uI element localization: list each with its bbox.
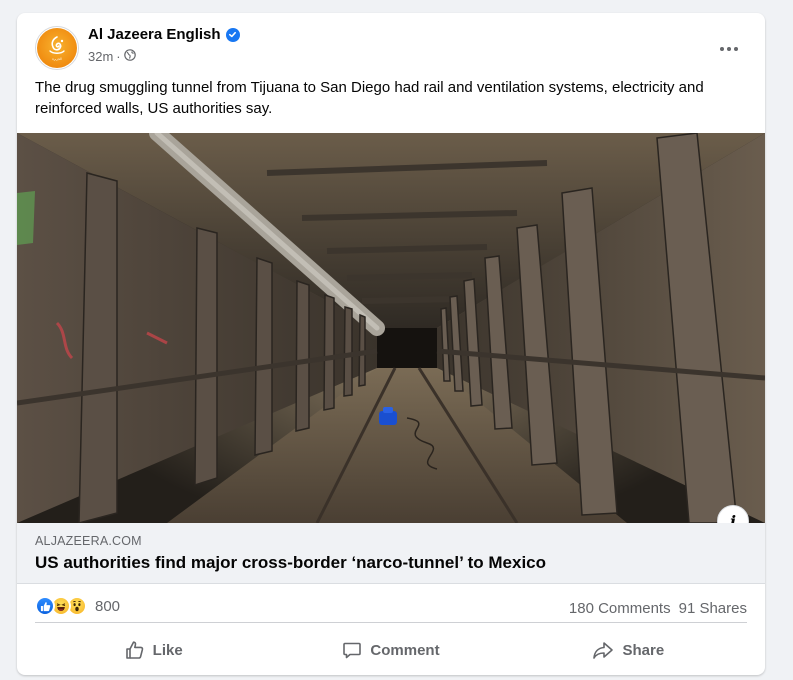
reactions-summary[interactable]: 800 (35, 596, 120, 616)
link-preview[interactable]: ALJAZEERA.COM US authorities find major … (17, 523, 765, 584)
post-message: The drug smuggling tunnel from Tijuana t… (35, 79, 704, 117)
more-options-icon[interactable] (711, 31, 747, 67)
info-icon: i (729, 511, 737, 524)
share-button[interactable]: Share (510, 632, 747, 668)
tunnel-photo (17, 133, 765, 523)
shares-count-link[interactable]: 91 Shares (679, 600, 747, 617)
page-name-link[interactable]: Al Jazeera English (88, 26, 221, 43)
share-arrow-icon (592, 640, 614, 660)
post-card: الجزيرة Al Jazeera English 32m · The dru… (17, 13, 765, 675)
like-label: Like (152, 641, 183, 659)
engagement-counts: 180 Comments 91 Shares (569, 600, 747, 617)
post-meta: 32m · (88, 49, 136, 64)
share-label: Share (622, 641, 665, 659)
like-reaction-icon (35, 596, 55, 616)
like-button[interactable]: Like (35, 632, 272, 668)
more-dot (720, 47, 724, 51)
comment-icon (342, 640, 362, 660)
post-timestamp[interactable]: 32m (88, 49, 113, 64)
more-dot (734, 47, 738, 51)
avatar-logo-text: الجزيرة (52, 57, 62, 61)
meta-separator: · (116, 49, 121, 64)
comment-label: Comment (370, 641, 440, 659)
post-header: الجزيرة Al Jazeera English 32m · (17, 13, 765, 79)
engagement-bar: 800 180 Comments 91 Shares (35, 591, 747, 623)
more-dot (727, 47, 731, 51)
comment-button[interactable]: Comment (272, 632, 509, 668)
verified-badge-icon (225, 27, 240, 42)
page-avatar[interactable]: الجزيرة (35, 26, 79, 70)
link-title[interactable]: US authorities find major cross-border ‘… (35, 553, 546, 573)
comments-count-link[interactable]: 180 Comments (569, 600, 671, 617)
link-domain: ALJAZEERA.COM (35, 534, 142, 548)
aljazeera-logo-icon: الجزيرة (37, 28, 77, 68)
link-preview-image[interactable]: i (17, 133, 765, 523)
globe-icon (123, 49, 136, 64)
post-actions: Like Comment Share (35, 632, 747, 668)
thumbs-up-icon (125, 640, 145, 660)
page-name-row: Al Jazeera English (88, 26, 240, 43)
reaction-count: 800 (95, 597, 121, 615)
